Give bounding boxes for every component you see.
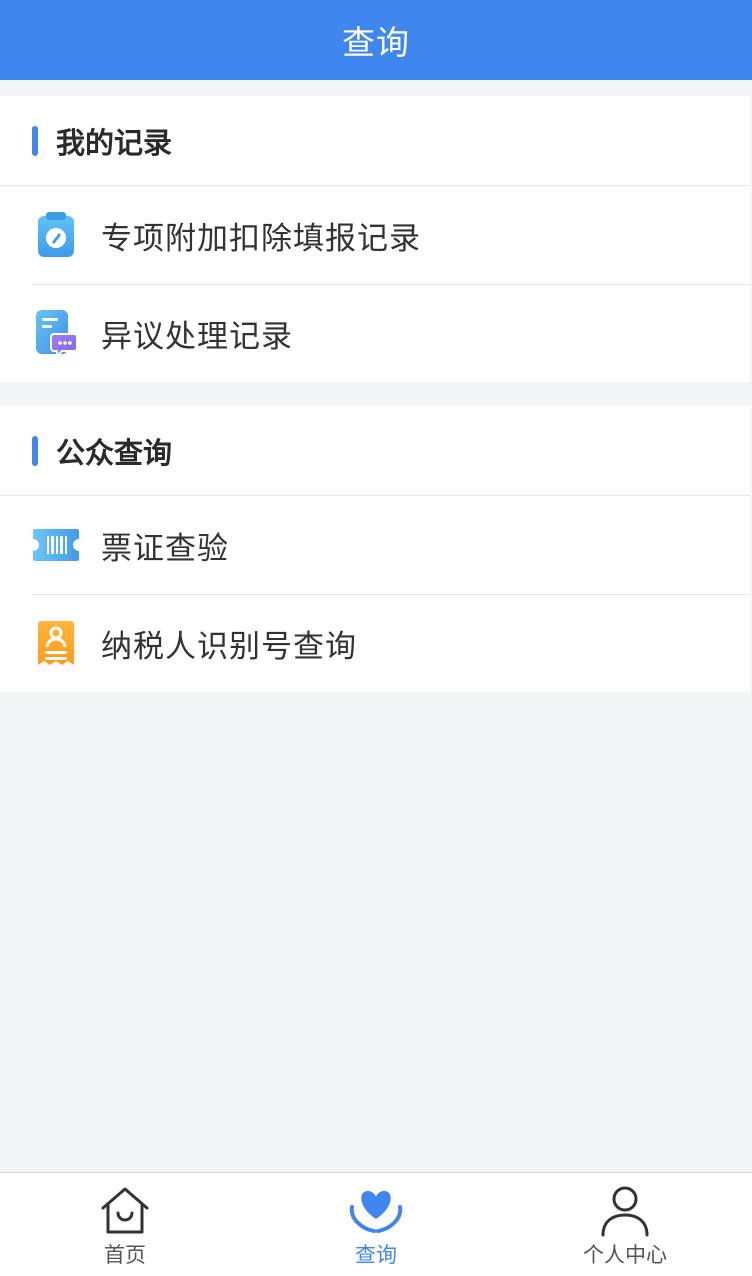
home-icon xyxy=(99,1185,151,1237)
tab-label: 个人中心 xyxy=(583,1243,667,1267)
app-root: 查询 我的记录 专项附加扣除填报记录 异议处理记录 公众查询 票证查验 纳税人识… xyxy=(0,0,752,1276)
list-item-label: 纳税人识别号查询 xyxy=(101,628,357,665)
section-accent-bar xyxy=(32,435,38,466)
list-item-label: 专项附加扣除填报记录 xyxy=(101,220,421,257)
list-item-dispute-records[interactable]: 异议处理记录 xyxy=(0,284,750,382)
tab-label: 首页 xyxy=(104,1243,146,1267)
bottom-tab-bar: 首页 查询 个人中心 xyxy=(0,1172,752,1276)
section-public-query: 公众查询 票证查验 纳税人识别号查询 xyxy=(0,406,750,692)
tab-personal-center[interactable]: 个人中心 xyxy=(535,1173,715,1276)
tab-label: 查询 xyxy=(355,1243,397,1267)
list-item-deduction-records[interactable]: 专项附加扣除填报记录 xyxy=(0,186,750,284)
list-item-ticket-verify[interactable]: 票证查验 xyxy=(0,496,750,594)
list-item-label: 票证查验 xyxy=(101,530,229,567)
clipboard-pen-icon xyxy=(31,210,81,260)
section-title: 公众查询 xyxy=(56,435,173,470)
section-my-records: 我的记录 专项附加扣除填报记录 异议处理记录 xyxy=(0,96,750,382)
top-bar: 查询 xyxy=(0,0,752,80)
heart-hands-icon xyxy=(348,1185,404,1237)
section-accent-bar xyxy=(32,125,38,156)
person-icon xyxy=(599,1185,651,1237)
tab-home[interactable]: 首页 xyxy=(35,1173,215,1276)
taxpayer-id-icon xyxy=(31,618,81,668)
section-title: 我的记录 xyxy=(56,125,173,160)
list-item-taxpayer-id-query[interactable]: 纳税人识别号查询 xyxy=(0,594,750,692)
page-title: 查询 xyxy=(342,23,410,62)
ticket-barcode-icon xyxy=(31,520,81,570)
list-item-label: 异议处理记录 xyxy=(101,318,293,355)
section-header: 公众查询 xyxy=(0,406,750,496)
document-message-icon xyxy=(31,308,81,358)
section-header: 我的记录 xyxy=(0,96,750,186)
tab-query[interactable]: 查询 xyxy=(286,1173,466,1276)
